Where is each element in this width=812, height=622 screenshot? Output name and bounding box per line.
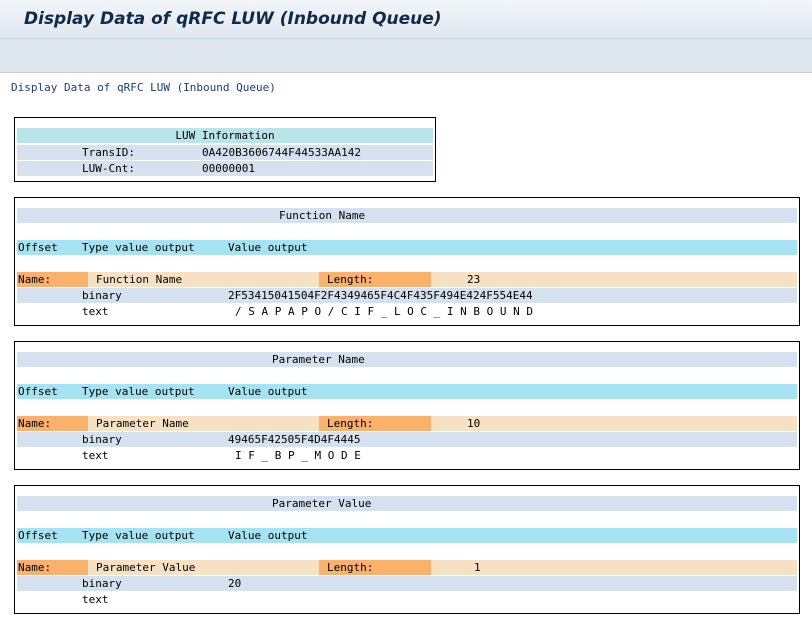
text-row: text / S A P A P O / C I F _ L O C _ I N… bbox=[17, 304, 797, 319]
text-row: text bbox=[17, 592, 797, 607]
binary-value[interactable]: 20 bbox=[228, 576, 241, 591]
name-row: Name: Parameter Name Length: 10 bbox=[17, 416, 797, 431]
binary-value[interactable]: 49465F42505F4D4F4445 bbox=[228, 432, 360, 447]
luw-cnt-row: LUW-Cnt: 00000001 bbox=[17, 161, 433, 176]
binary-label: binary bbox=[82, 577, 122, 590]
col-type-header: Type value output bbox=[82, 529, 195, 542]
col-value-header: Value output bbox=[228, 385, 308, 398]
length-value[interactable]: 23 bbox=[467, 272, 480, 287]
name-value[interactable]: Parameter Value bbox=[96, 560, 195, 575]
text-label: text bbox=[82, 593, 109, 606]
page-subtitle: Display Data of qRFC LUW (Inbound Queue) bbox=[11, 81, 276, 94]
transid-label: TransID: bbox=[82, 146, 135, 159]
column-header-row: Offset Type value output Value output bbox=[17, 240, 797, 255]
length-label: Length: bbox=[319, 272, 431, 287]
length-label: Length: bbox=[319, 416, 431, 431]
name-row: Name: Function Name Length: 23 bbox=[17, 272, 797, 287]
luw-transid-row: TransID: 0A420B3606744F44533AA142 bbox=[17, 145, 433, 160]
text-value[interactable]: I F _ B P _ M O D E bbox=[235, 448, 361, 463]
luw-information-box: LUW Information TransID: 0A420B3606744F4… bbox=[14, 117, 436, 182]
application-toolbar bbox=[0, 39, 812, 73]
parameter-value-section: Parameter Value Offset Type value output… bbox=[14, 485, 800, 614]
name-label: Name: bbox=[17, 416, 88, 431]
luw-header-row: LUW Information bbox=[17, 128, 433, 143]
name-value[interactable]: Function Name bbox=[96, 272, 182, 287]
section-title: Parameter Name bbox=[272, 353, 365, 366]
parameter-name-section: Parameter Name Offset Type value output … bbox=[14, 341, 800, 470]
col-value-header: Value output bbox=[228, 529, 308, 542]
section-title: Parameter Value bbox=[272, 497, 372, 510]
text-label: text bbox=[82, 305, 109, 318]
binary-row: binary 49465F42505F4D4F4445 bbox=[17, 432, 797, 447]
length-value[interactable]: 1 bbox=[474, 560, 481, 575]
col-offset-header: Offset bbox=[18, 529, 58, 542]
length-label: Length: bbox=[319, 560, 431, 575]
binary-label: binary bbox=[82, 433, 122, 446]
col-offset-header: Offset bbox=[18, 385, 58, 398]
text-value[interactable]: / S A P A P O / C I F _ L O C _ I N B O … bbox=[235, 304, 533, 319]
binary-row: binary 20 bbox=[17, 576, 797, 591]
col-value-header: Value output bbox=[228, 241, 308, 254]
name-label: Name: bbox=[17, 560, 88, 575]
luw-cnt-label: LUW-Cnt: bbox=[82, 162, 135, 175]
column-header-row: Offset Type value output Value output bbox=[17, 384, 797, 399]
luw-header: LUW Information bbox=[175, 129, 275, 142]
transid-value[interactable]: 0A420B3606744F44533AA142 bbox=[202, 145, 361, 160]
binary-label: binary bbox=[82, 289, 122, 302]
title-bar: Display Data of qRFC LUW (Inbound Queue) bbox=[0, 0, 812, 39]
binary-row: binary 2F53415041504F2F4349465F4C4F435F4… bbox=[17, 288, 797, 303]
column-header-row: Offset Type value output Value output bbox=[17, 528, 797, 543]
name-value[interactable]: Parameter Name bbox=[96, 416, 189, 431]
section-title: Function Name bbox=[279, 209, 366, 222]
function-name-section: Function Name Offset Type value output V… bbox=[14, 197, 800, 326]
binary-value[interactable]: 2F53415041504F2F4349465F4C4F435F494E424F… bbox=[228, 288, 533, 303]
section-title-row: Parameter Name bbox=[17, 352, 797, 367]
text-label: text bbox=[82, 449, 109, 462]
col-type-header: Type value output bbox=[82, 385, 195, 398]
text-row: text I F _ B P _ M O D E bbox=[17, 448, 797, 463]
window-title: Display Data of qRFC LUW (Inbound Queue) bbox=[24, 9, 442, 29]
col-offset-header: Offset bbox=[18, 241, 58, 254]
col-type-header: Type value output bbox=[82, 241, 195, 254]
section-title-row: Parameter Value bbox=[17, 496, 797, 511]
length-value[interactable]: 10 bbox=[467, 416, 480, 431]
luw-cnt-value[interactable]: 00000001 bbox=[202, 161, 255, 176]
name-label: Name: bbox=[17, 272, 88, 287]
name-row: Name: Parameter Value Length: 1 bbox=[17, 560, 797, 575]
section-title-row: Function Name bbox=[17, 208, 797, 223]
